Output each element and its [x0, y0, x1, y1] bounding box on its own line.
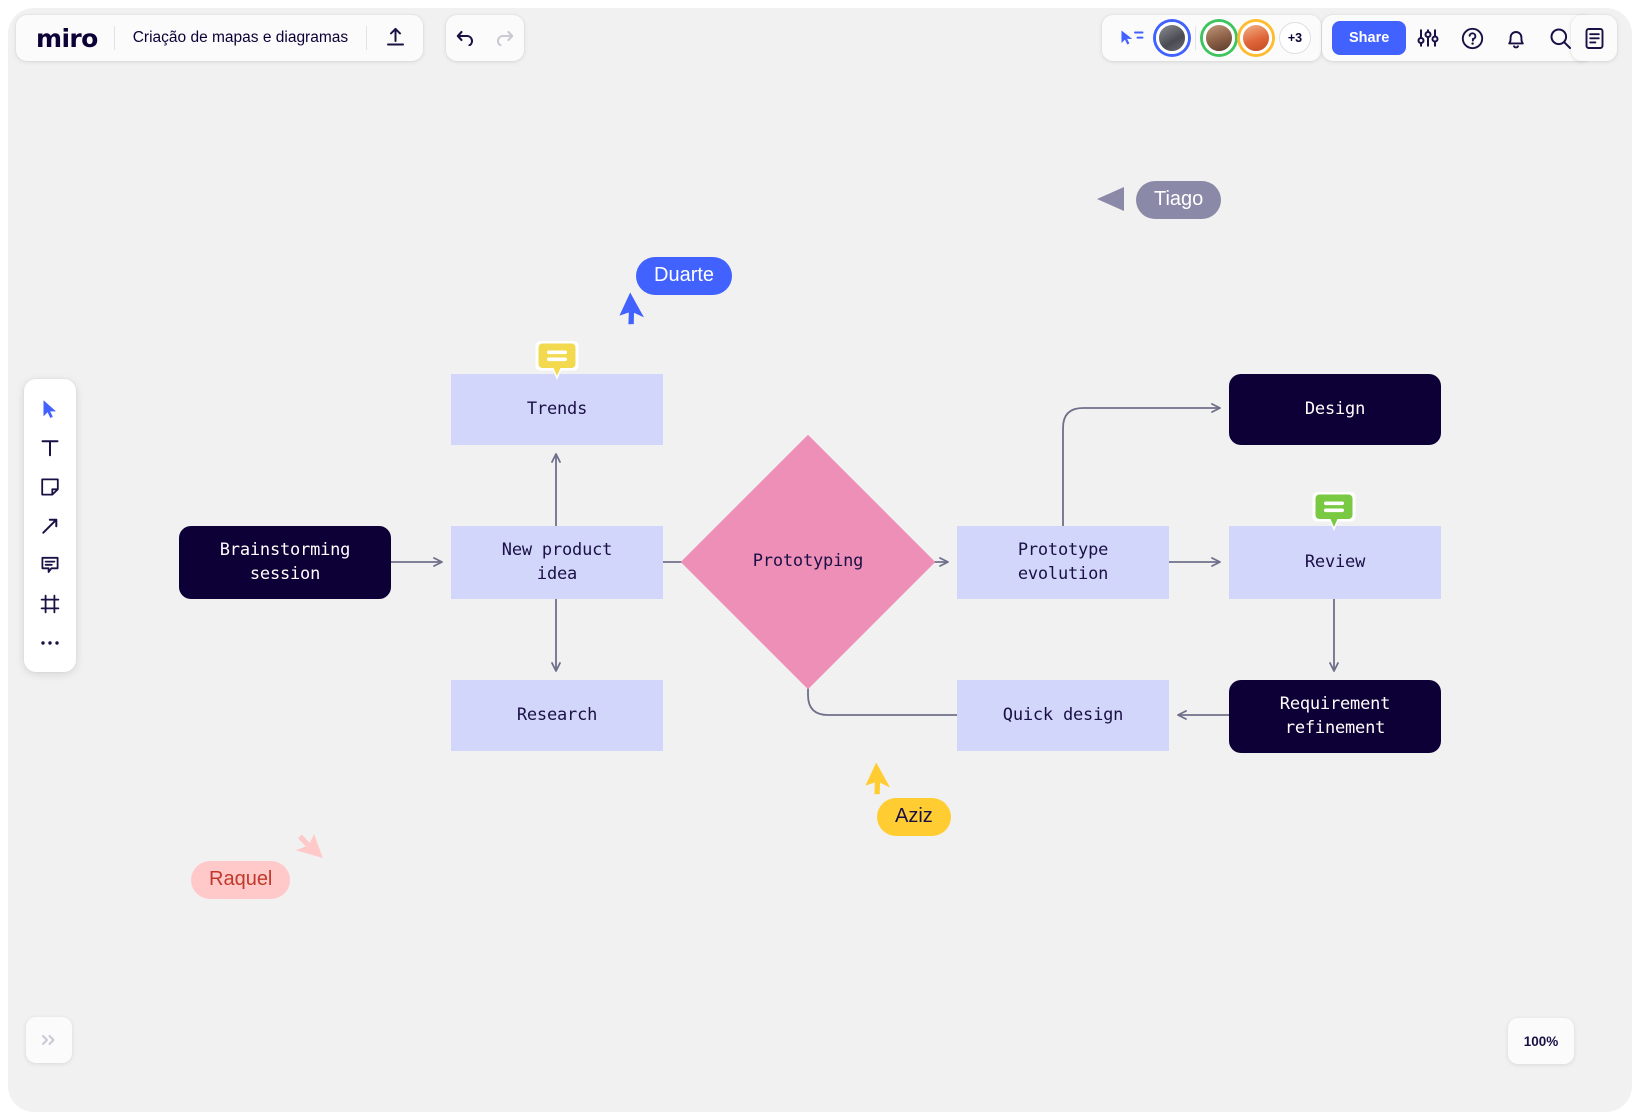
node-review[interactable]: Review — [1229, 526, 1441, 599]
node-requirement[interactable]: Requirement refinement — [1229, 680, 1441, 753]
cursor-pointer-aziz-icon — [865, 765, 897, 806]
zoom-level-indicator[interactable]: 100% — [1508, 1018, 1574, 1064]
double-chevron-right-icon — [40, 1033, 58, 1047]
node-label: Trends — [527, 398, 587, 421]
search-icon — [1549, 27, 1572, 50]
comment-bubble-icon — [534, 338, 580, 384]
share-button[interactable]: Share — [1332, 21, 1406, 55]
sliders-icon — [1417, 27, 1439, 49]
comment-tool[interactable] — [28, 545, 72, 584]
frame-tool[interactable] — [28, 584, 72, 623]
node-quick-design[interactable]: Quick design — [957, 680, 1169, 751]
comment-bubble-icon — [1311, 489, 1357, 535]
actions-bar: Share — [1322, 15, 1592, 61]
sticky-note-tool[interactable] — [28, 467, 72, 506]
document-panel-bar — [1571, 15, 1617, 61]
cursor-share-button[interactable] — [1112, 29, 1156, 47]
left-toolbar[interactable] — [24, 379, 76, 672]
node-label: New product idea — [502, 539, 612, 586]
node-label: Quick design — [1003, 704, 1123, 727]
redo-button[interactable] — [485, 15, 523, 61]
undo-icon — [456, 30, 476, 46]
select-tool[interactable] — [28, 389, 72, 428]
node-label: Review — [1305, 551, 1365, 574]
cursor-pointer-raquel-icon — [289, 829, 321, 870]
node-label: Prototyping — [753, 550, 863, 573]
node-label: Prototype evolution — [1018, 539, 1108, 586]
cursor-pointer-tiago-icon — [1093, 184, 1127, 219]
document-panel-button[interactable] — [1572, 15, 1616, 61]
trends-comment[interactable] — [534, 338, 580, 384]
text-tool[interactable] — [28, 428, 72, 467]
review-comment[interactable] — [1311, 489, 1357, 535]
board-header-bar: miro Criação de mapas e diagramas — [16, 15, 423, 61]
cursor-label-duarte: Duarte — [636, 257, 732, 295]
node-trends[interactable]: Trends — [451, 374, 663, 445]
help-button[interactable] — [1450, 15, 1494, 61]
settings-button[interactable] — [1406, 15, 1450, 61]
node-brainstorming[interactable]: Brainstorming session — [179, 526, 391, 599]
bell-icon — [1505, 27, 1527, 50]
avatar[interactable] — [1156, 22, 1188, 54]
document-panel-icon — [1584, 27, 1605, 50]
help-circle-icon — [1461, 27, 1484, 50]
export-button[interactable] — [367, 15, 423, 61]
node-prototyping[interactable]: Prototyping — [718, 472, 898, 652]
miro-board-app: Brainstorming session Trends New product i… — [0, 0, 1640, 1120]
avatar[interactable] — [1240, 22, 1272, 54]
node-design[interactable]: Design — [1229, 374, 1441, 445]
expand-panel-button[interactable] — [26, 1017, 72, 1063]
avatar-group: +3 — [1156, 22, 1311, 54]
divider — [1195, 26, 1196, 50]
miro-logo[interactable]: miro — [16, 26, 114, 51]
redo-icon — [494, 30, 514, 46]
export-upload-icon — [385, 27, 406, 49]
more-tools[interactable] — [28, 623, 72, 662]
notifications-button[interactable] — [1494, 15, 1538, 61]
undo-button[interactable] — [447, 15, 485, 61]
collaborators-bar: +3 — [1102, 15, 1321, 61]
node-research[interactable]: Research — [451, 680, 663, 751]
avatar[interactable] — [1203, 22, 1235, 54]
cursor-label-tiago: Tiago — [1136, 181, 1221, 219]
zoom-level-value: 100% — [1524, 1034, 1559, 1049]
node-new-product[interactable]: New product idea — [451, 526, 663, 599]
node-prototype-evo[interactable]: Prototype evolution — [957, 526, 1169, 599]
avatar-overflow-count[interactable]: +3 — [1279, 22, 1311, 54]
board-title[interactable]: Criação de mapas e diagramas — [115, 29, 366, 47]
node-label: Brainstorming session — [220, 539, 350, 586]
cursor-pointer-duarte-icon — [619, 295, 651, 336]
cursor-label-raquel: Raquel — [191, 861, 290, 899]
board-canvas[interactable]: Brainstorming session Trends New product i… — [8, 8, 1632, 1112]
arrow-tool[interactable] — [28, 506, 72, 545]
node-label: Design — [1305, 398, 1365, 421]
undo-redo-bar — [446, 15, 524, 61]
node-label: Research — [517, 704, 597, 727]
cursor-share-icon — [1120, 29, 1144, 47]
node-label: Requirement refinement — [1280, 693, 1390, 740]
